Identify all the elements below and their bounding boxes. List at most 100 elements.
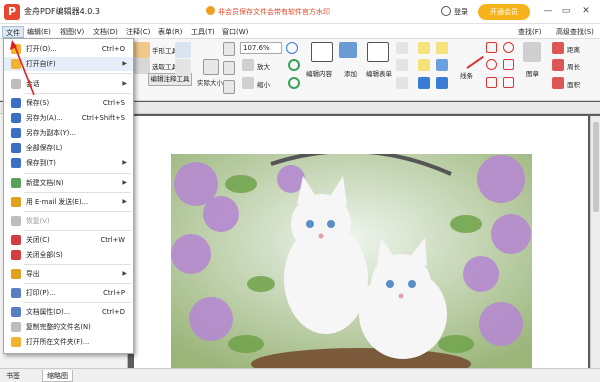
menu-label: 另存为副本(Y)... bbox=[26, 129, 76, 137]
fit-page-icon[interactable] bbox=[223, 42, 235, 56]
close-all-icon bbox=[11, 250, 21, 260]
rectangle-icon[interactable] bbox=[486, 42, 497, 53]
status-bar: 书签 缩略图 bbox=[0, 368, 600, 382]
menu-save-to[interactable]: 保存到(T) ▶ bbox=[4, 156, 133, 170]
radio-field-icon[interactable] bbox=[396, 77, 408, 89]
close-button[interactable]: ✕ bbox=[580, 5, 592, 17]
add-button[interactable]: 添加 bbox=[344, 68, 357, 78]
submenu-arrow-icon: ▶ bbox=[122, 198, 127, 205]
menu-window[interactable]: 窗口(W) bbox=[219, 26, 251, 38]
copy-icon bbox=[11, 322, 21, 332]
menu-separator bbox=[24, 230, 131, 231]
menu-view[interactable]: 视图(V) bbox=[57, 26, 87, 38]
text-field-icon[interactable] bbox=[396, 42, 408, 54]
menu-separator bbox=[24, 192, 131, 193]
menu-copy-filename[interactable]: 复制完整的文件名(N) bbox=[4, 320, 133, 334]
thumbnails-tab[interactable]: 缩略图 bbox=[42, 370, 73, 382]
pencil-icon[interactable] bbox=[503, 77, 514, 88]
save-as-icon bbox=[11, 113, 21, 123]
menu-document-properties[interactable]: 文档属性(D)... Ctrl+D bbox=[4, 305, 133, 319]
menu-new-document[interactable]: 新建文档(N) ▶ bbox=[4, 176, 133, 190]
zoom-in-circle-icon[interactable] bbox=[286, 42, 298, 54]
polygon-icon[interactable] bbox=[486, 77, 497, 88]
session-icon bbox=[11, 79, 21, 89]
menu-label: 打印(P)... bbox=[26, 289, 56, 297]
menu-open-from[interactable]: 打开自(F) ▶ bbox=[4, 57, 133, 71]
checkbox-field-icon[interactable] bbox=[396, 59, 408, 71]
vertical-scrollbar[interactable] bbox=[590, 116, 600, 368]
link-icon[interactable] bbox=[418, 77, 430, 89]
stamp-button[interactable]: 图章 bbox=[526, 68, 539, 78]
scroll-thumb[interactable] bbox=[593, 122, 599, 212]
menu-form[interactable]: 表单(R) bbox=[155, 26, 185, 38]
cloud-icon[interactable] bbox=[503, 59, 514, 70]
menu-label: 用 E-mail 发送(E)... bbox=[26, 198, 89, 206]
menu-separator bbox=[24, 73, 131, 74]
menu-file[interactable]: 文件 bbox=[2, 26, 24, 38]
attach-icon[interactable] bbox=[436, 59, 448, 71]
menu-close[interactable]: 关闭(C) Ctrl+W bbox=[4, 233, 133, 247]
area-button[interactable]: 面积 bbox=[567, 79, 580, 89]
prev-page-icon[interactable] bbox=[242, 59, 254, 71]
restore-button[interactable]: ▭ bbox=[560, 5, 572, 17]
menu-label: 恢复(V) bbox=[26, 217, 50, 225]
properties-icon bbox=[11, 307, 21, 317]
fit-visible-icon[interactable] bbox=[223, 80, 235, 94]
fit-width-icon[interactable] bbox=[223, 61, 235, 75]
login-link[interactable]: 登录 bbox=[454, 7, 468, 17]
menu-print[interactable]: 打印(P)... Ctrl+P bbox=[4, 286, 133, 300]
menu-document[interactable]: 文档(D) bbox=[90, 26, 121, 38]
edit-content-button[interactable]: 编辑内容 bbox=[306, 68, 332, 78]
menu-send-email[interactable]: 用 E-mail 发送(E)... ▶ bbox=[4, 195, 133, 209]
sound-icon[interactable] bbox=[436, 77, 448, 89]
menu-save[interactable]: 保存(S) Ctrl+S bbox=[4, 96, 133, 110]
edit-form-icon bbox=[367, 42, 389, 62]
highlight-icon[interactable] bbox=[418, 59, 430, 71]
zoom-out-button[interactable]: 缩小 bbox=[257, 79, 270, 89]
menu-label: 保存(S) bbox=[26, 99, 50, 107]
distance-icon bbox=[552, 42, 564, 54]
text-select-icon[interactable] bbox=[175, 59, 191, 75]
rotate-ccw-icon[interactable] bbox=[288, 77, 300, 89]
rotate-cw-icon[interactable] bbox=[288, 59, 300, 71]
camera-icon[interactable] bbox=[175, 42, 191, 58]
bookmarks-tab[interactable]: 书签 bbox=[2, 370, 24, 382]
menu-open-folder[interactable]: 打开所在文件夹(F)... bbox=[4, 335, 133, 349]
menu-label: 复制完整的文件名(N) bbox=[26, 323, 91, 331]
circle-icon[interactable] bbox=[503, 42, 514, 53]
menu-comment[interactable]: 注释(C) bbox=[123, 26, 153, 38]
menu-edit[interactable]: 编辑(E) bbox=[24, 26, 54, 38]
advanced-find-link[interactable]: 高级查找(S) bbox=[556, 27, 594, 37]
zoom-input[interactable]: 107.6% bbox=[240, 42, 282, 54]
perimeter-icon bbox=[552, 59, 564, 71]
menu-save-copy[interactable]: 另存为副本(Y)... bbox=[4, 126, 133, 140]
minimize-button[interactable]: — bbox=[542, 5, 554, 17]
perimeter-button[interactable]: 周长 bbox=[567, 61, 580, 71]
menu-tools[interactable]: 工具(T) bbox=[188, 26, 218, 38]
vip-button[interactable]: 开通会员 bbox=[478, 4, 530, 20]
edit-form-button[interactable]: 编辑表单 bbox=[366, 68, 392, 78]
menu-save-as[interactable]: 另存为(A)... Ctrl+Shift+S bbox=[4, 111, 133, 125]
menu-close-all[interactable]: 关闭全部(S) bbox=[4, 248, 133, 262]
hand-tool-icon bbox=[134, 42, 150, 58]
find-link[interactable]: 查找(F) bbox=[518, 27, 542, 37]
folder-icon bbox=[11, 337, 21, 347]
text-annot-icon[interactable] bbox=[436, 42, 448, 54]
line-tool-button[interactable]: 线条 bbox=[460, 70, 473, 80]
menu-label: 文档属性(D)... bbox=[26, 308, 71, 316]
next-page-icon[interactable] bbox=[242, 77, 254, 89]
promo-banner[interactable]: 非会员保存文件会带有软件官方水印 bbox=[206, 6, 330, 17]
note-icon[interactable] bbox=[418, 42, 430, 54]
email-icon bbox=[11, 197, 21, 207]
menu-export[interactable]: 导出 ▶ bbox=[4, 267, 133, 281]
zoom-in-button[interactable]: 放大 bbox=[257, 61, 270, 71]
user-icon[interactable] bbox=[441, 6, 451, 16]
menu-open[interactable]: 打开(O)... Ctrl+O bbox=[4, 42, 133, 56]
ellipse-icon[interactable] bbox=[486, 59, 497, 70]
area-icon bbox=[552, 77, 564, 89]
folder-open-icon bbox=[11, 44, 21, 54]
menu-session[interactable]: 会话 ▶ bbox=[4, 77, 133, 91]
actual-size-button[interactable]: 实际大小 bbox=[197, 77, 223, 87]
menu-save-all[interactable]: 全部保存(L) bbox=[4, 141, 133, 155]
distance-button[interactable]: 距离 bbox=[567, 44, 580, 54]
